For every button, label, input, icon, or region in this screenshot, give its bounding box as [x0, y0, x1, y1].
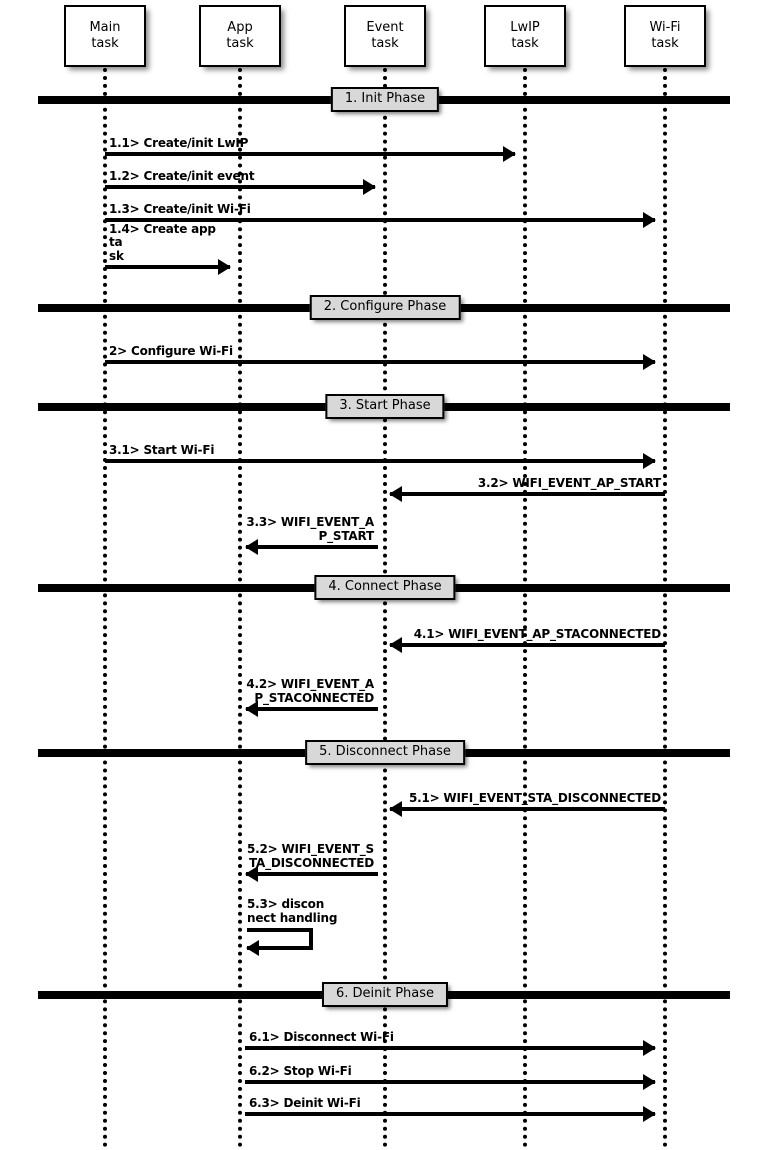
arrowhead-icon — [643, 212, 656, 228]
arrowhead-icon — [643, 1040, 656, 1056]
lifeline-wifi — [663, 68, 667, 1148]
message-shaft — [390, 807, 665, 811]
message-label: 6.1> Disconnect Wi-Fi — [249, 1030, 394, 1045]
participant-label-line2: task — [226, 36, 254, 51]
message-label: 1.1> Create/init LwIP — [109, 136, 249, 151]
message-label: 4.2> WIFI_EVENT_A P_STACONNECTED — [246, 677, 374, 706]
participant-label-line1: Wi-Fi — [649, 19, 681, 35]
lifeline-lwip — [523, 68, 527, 1148]
message-label: 3.1> Start Wi-Fi — [109, 443, 215, 458]
message-shaft — [105, 360, 655, 364]
participant-label-line1: Main — [89, 19, 121, 35]
arrowhead-icon — [503, 146, 516, 162]
message-label: 2> Configure Wi-Fi — [109, 344, 233, 359]
message-shaft — [105, 152, 515, 156]
message-shaft — [105, 185, 375, 189]
phase-label-p1: 1. Init Phase — [330, 87, 440, 113]
participant-app: App task — [199, 5, 281, 67]
participant-lwip: LwIP task — [484, 5, 566, 67]
participant-label-line2: task — [91, 36, 119, 51]
message-label: 5.1> WIFI_EVENT_STA_DISCONNECTED — [408, 791, 661, 806]
message-shaft — [245, 1046, 655, 1050]
lifeline-app — [238, 68, 242, 1148]
message-label: 5.2> WIFI_EVENT_S TA_DISCONNECTED — [246, 842, 374, 871]
arrowhead-icon — [389, 801, 402, 817]
message-label: 3.3> WIFI_EVENT_A P_START — [246, 515, 374, 544]
self-message-top-segment — [247, 928, 313, 932]
arrowhead-icon — [246, 940, 259, 956]
lifeline-main — [103, 68, 107, 1148]
arrowhead-icon — [389, 637, 402, 653]
arrowhead-icon — [643, 1074, 656, 1090]
arrowhead-icon — [643, 354, 656, 370]
message-shaft — [245, 1080, 655, 1084]
self-message-m13: 5.3> discon nect handling — [246, 898, 337, 956]
arrowhead-icon — [363, 179, 376, 195]
arrowhead-icon — [643, 1106, 656, 1122]
message-label: 6.2> Stop Wi-Fi — [249, 1064, 352, 1079]
participant-wifi: Wi-Fi task — [624, 5, 706, 67]
arrowhead-icon — [389, 486, 402, 502]
message-shaft — [245, 1112, 655, 1116]
message-label: 1.2> Create/init event — [109, 169, 255, 184]
message-shaft — [105, 459, 655, 463]
participant-label-line2: task — [651, 36, 679, 51]
message-label: 1.3> Create/init Wi-Fi — [109, 202, 251, 217]
message-shaft — [246, 707, 378, 711]
participant-main: Main task — [64, 5, 146, 67]
message-shaft — [390, 643, 665, 647]
message-label: 1.4> Create app ta sk — [109, 221, 216, 264]
message-label: 4.1> WIFI_EVENT_AP_STACONNECTED — [413, 627, 661, 642]
message-shaft — [105, 265, 230, 269]
phase-label-p2: 2. Configure Phase — [309, 295, 461, 321]
message-label: 6.3> Deinit Wi-Fi — [249, 1096, 361, 1111]
phase-label-p3: 3. Start Phase — [325, 394, 445, 420]
message-shaft — [390, 492, 665, 496]
participant-event: Event task — [344, 5, 426, 67]
participant-label-line1: Event — [366, 19, 404, 35]
participant-label-line2: task — [511, 36, 539, 51]
phase-label-p6: 6. Deinit Phase — [321, 982, 449, 1008]
message-shaft — [246, 545, 378, 549]
participant-label-line1: LwIP — [510, 19, 540, 35]
phase-label-p5: 5. Disconnect Phase — [305, 740, 465, 766]
participant-label-line1: App — [227, 19, 253, 35]
sequence-diagram: Main task App task Event task LwIP task Wi-Fi tas… — [0, 0, 768, 1150]
arrowhead-icon — [643, 453, 656, 469]
participant-label-line2: task — [371, 36, 399, 51]
message-shaft — [246, 872, 378, 876]
message-label: 3.2> WIFI_EVENT_AP_START — [477, 476, 661, 491]
self-message-label: 5.3> discon nect handling — [247, 897, 338, 926]
phase-label-p4: 4. Connect Phase — [314, 575, 456, 601]
